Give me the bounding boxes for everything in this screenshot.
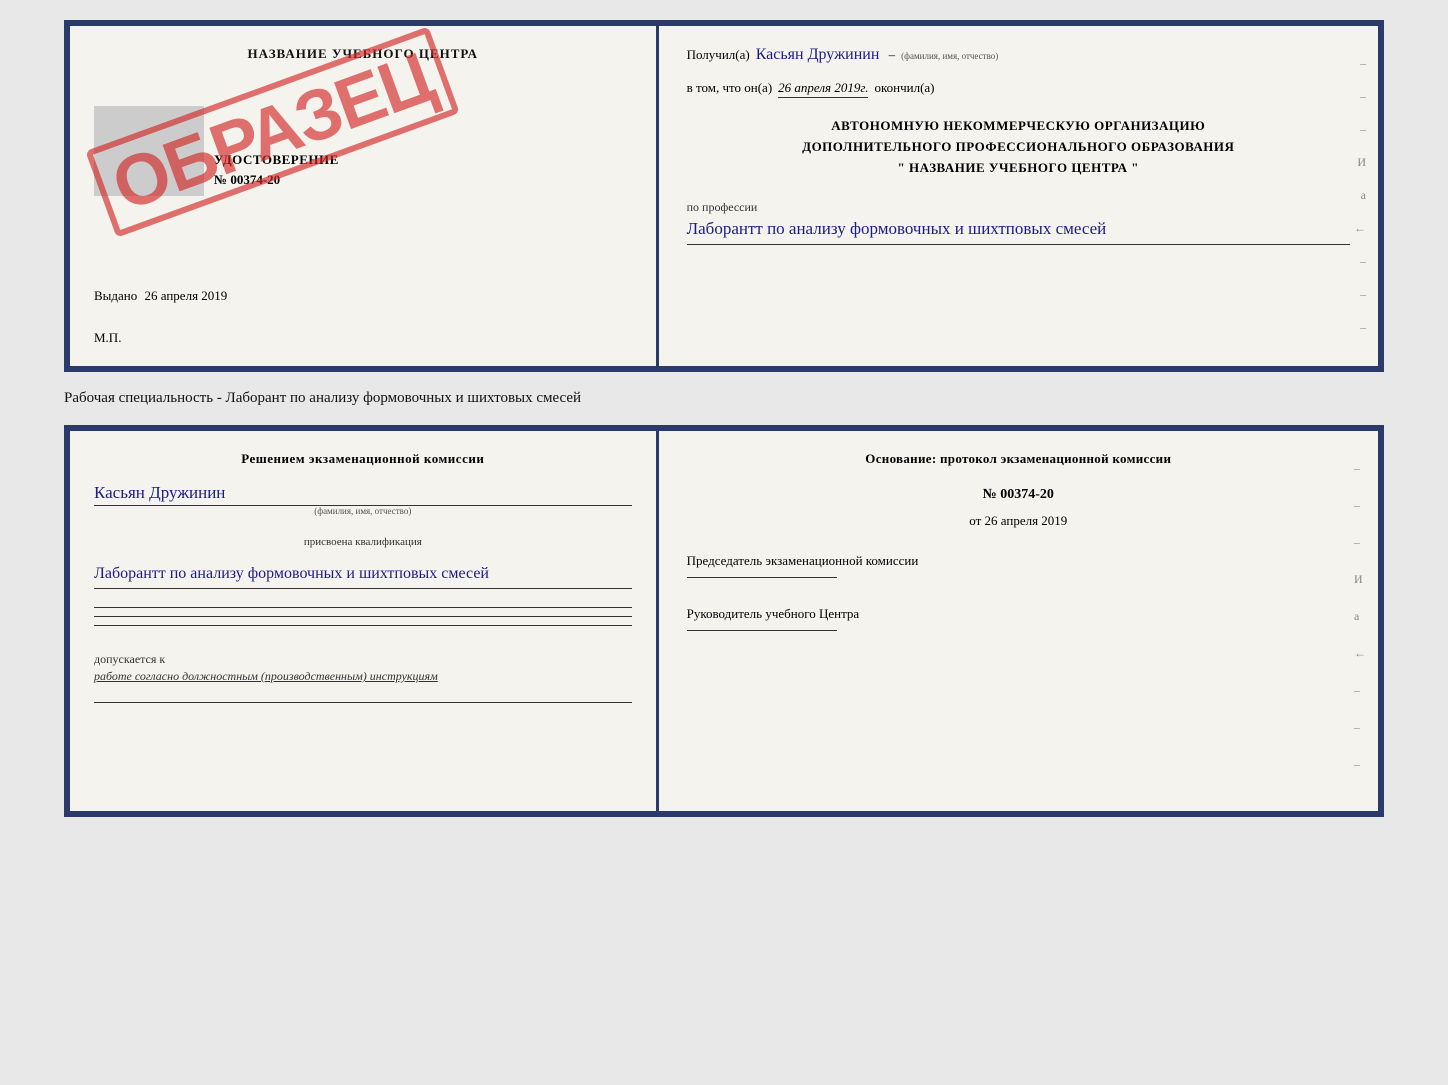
osnovanie-label: Основание: протокол экзаменационной коми… [687, 451, 1350, 467]
predsedatel-label: Председатель экзаменационной комиссии [687, 553, 1350, 569]
vtom-date: 26 апреля 2019г. [778, 80, 868, 98]
vydano-label: Выдано [94, 288, 137, 303]
bottom-doc-left: Решением экзаменационной комиссии Касьян… [70, 431, 659, 811]
right-dashes-top: – – – И а ← – – – [1354, 56, 1366, 335]
profession-text: Лаборантт по анализу формовочных и шихтп… [687, 216, 1350, 245]
rukovoditel-block: Руководитель учебного Центра [687, 606, 1350, 635]
subtitle-row: Рабочая специальность - Лаборант по анал… [64, 390, 1384, 407]
ot-label: от [969, 513, 981, 528]
rukovoditel-signature-line [687, 630, 837, 631]
okonchil-label: окончил(а) [874, 80, 934, 96]
predsedatel-block: Председатель экзаменационной комиссии [687, 553, 1350, 582]
resheniem-label: Решением экзаменационной комиссии [94, 451, 632, 467]
ot-date-row: от 26 апреля 2019 [687, 513, 1350, 529]
right-dashes-bottom: – – – И а ← – – – [1354, 461, 1366, 772]
udostoverenie-block: УДОСТОВЕРЕНИЕ № 00374-20 [214, 152, 632, 188]
rukovoditel-label: Руководитель учебного Центра [687, 606, 1350, 622]
line-2 [94, 616, 632, 617]
bottom-fio-small: (фамилия, имя, отчество) [94, 506, 632, 516]
vydano-row: Выдано 26 апреля 2019 [94, 288, 632, 304]
prisvoena-label: присвоена квалификация [94, 536, 632, 548]
bottom-profession-text: Лаборантт по анализу формовочных и шихтп… [94, 562, 632, 589]
line-3 [94, 625, 632, 626]
vydano-date: 26 апреля 2019 [145, 288, 228, 303]
po-professii-label: по профессии [687, 200, 758, 214]
poluchil-row: Получил(а) Касьян Дружинин – (фамилия, и… [687, 46, 1350, 64]
line-1 [94, 607, 632, 608]
line-4 [94, 702, 632, 703]
ot-date: 26 апреля 2019 [985, 513, 1068, 528]
predsedatel-signature-line [687, 577, 837, 578]
center-line2: ДОПОЛНИТЕЛЬНОГО ПРОФЕССИОНАЛЬНОГО ОБРАЗО… [687, 137, 1350, 158]
vtom-label: в том, что он(а) [687, 80, 773, 96]
mp-row: М.П. [94, 330, 632, 346]
dopusk-text: работе согласно должностным (производств… [94, 669, 632, 684]
bottom-recipient-name: Касьян Дружинин [94, 483, 632, 506]
bottom-document: Решением экзаменационной комиссии Касьян… [64, 425, 1384, 817]
bottom-doc-right: Основание: протокол экзаменационной коми… [659, 431, 1378, 811]
center-line3: " НАЗВАНИЕ УЧЕБНОГО ЦЕНТРА " [687, 158, 1350, 179]
dopusk-label: допускается к [94, 652, 632, 667]
top-document: НАЗВАНИЕ УЧЕБНОГО ЦЕНТРА ОБРАЗЕЦ УДОСТОВ… [64, 20, 1384, 372]
udost-label: УДОСТОВЕРЕНИЕ [214, 152, 632, 168]
vtom-row: в том, что он(а) 26 апреля 2019г. окончи… [687, 80, 1350, 98]
top-left-title: НАЗВАНИЕ УЧЕБНОГО ЦЕНТРА [94, 46, 632, 62]
recipient-name: Касьян Дружинин [756, 46, 880, 64]
top-doc-right: Получил(а) Касьян Дружинин – (фамилия, и… [659, 26, 1378, 366]
poluchil-label: Получил(а) [687, 47, 750, 63]
center-line1: АВТОНОМНУЮ НЕКОММЕРЧЕСКУЮ ОРГАНИЗАЦИЮ [687, 116, 1350, 137]
photo-placeholder [94, 106, 204, 196]
profession-block: по профессии Лаборантт по анализу формов… [687, 198, 1350, 245]
fio-small-label: (фамилия, имя, отчество) [901, 51, 998, 61]
bottom-profession-block: Лаборантт по анализу формовочных и шихтп… [94, 558, 632, 589]
dopuskaetsya-block: допускается к работе согласно должностны… [94, 652, 632, 684]
protocol-number: № 00374-20 [687, 487, 1350, 503]
bottom-lines [94, 607, 632, 626]
top-doc-left: НАЗВАНИЕ УЧЕБНОГО ЦЕНТРА ОБРАЗЕЦ УДОСТОВ… [70, 26, 659, 366]
center-org-block: АВТОНОМНУЮ НЕКОММЕРЧЕСКУЮ ОРГАНИЗАЦИЮ ДО… [687, 116, 1350, 178]
bottom-name-block: Касьян Дружинин (фамилия, имя, отчество) [94, 483, 632, 516]
udost-number: № 00374-20 [214, 172, 632, 188]
